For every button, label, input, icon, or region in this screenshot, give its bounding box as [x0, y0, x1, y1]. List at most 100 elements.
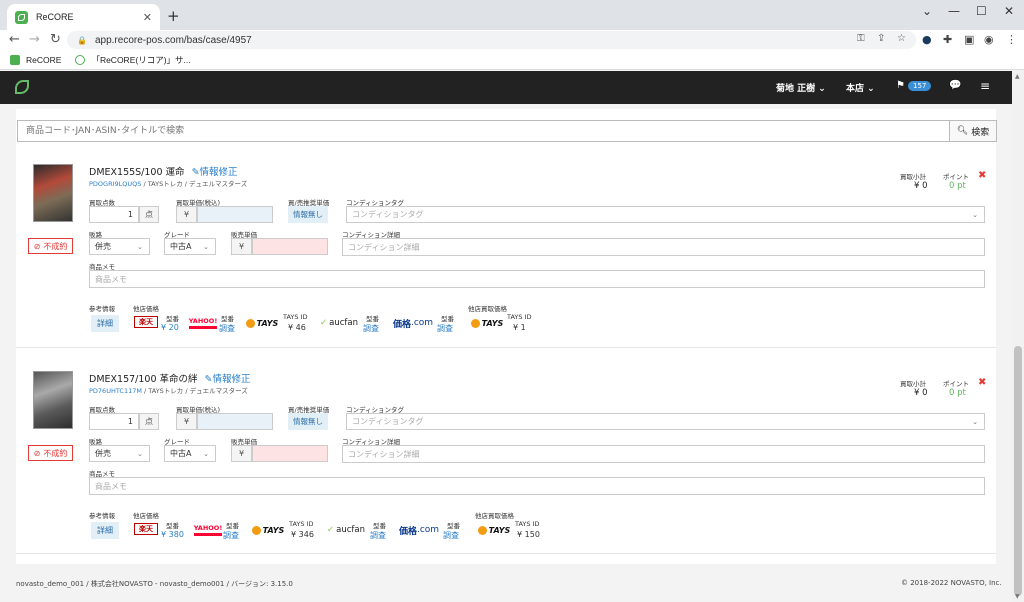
- buy-count-input[interactable]: 1: [89, 413, 139, 430]
- page-scrollbar[interactable]: ▲ ▼: [1012, 71, 1024, 602]
- yahoo-logo[interactable]: YAHOO!: [194, 522, 222, 536]
- condition-tag-select[interactable]: コンディションタグ ⌄: [346, 206, 985, 223]
- edit-info-link[interactable]: ✎情報修正: [192, 167, 238, 178]
- tab-close-icon[interactable]: ✕: [143, 11, 152, 24]
- aucfan-logo[interactable]: aucfan: [323, 524, 369, 536]
- tays-logo[interactable]: TAYS: [244, 317, 280, 329]
- back-icon[interactable]: ←: [9, 32, 20, 47]
- memo-textarea[interactable]: 商品メモ: [89, 477, 985, 495]
- tays-price: ¥ 346: [291, 530, 314, 539]
- sell-price-input[interactable]: [252, 238, 328, 255]
- yahoo-logo[interactable]: YAHOO!: [189, 315, 217, 329]
- star-icon[interactable]: ☆: [897, 33, 906, 44]
- tab-title: ReCORE: [36, 12, 74, 22]
- condition-detail-textarea[interactable]: コンディション詳細: [342, 238, 985, 256]
- aucfan-logo[interactable]: aucfan: [316, 317, 362, 329]
- grade-select[interactable]: 中古A ⌄: [164, 238, 216, 255]
- bookmark-recore-site[interactable]: 「ReCORE(リコア)」サ...: [75, 54, 191, 66]
- buy-count-input[interactable]: 1: [89, 206, 139, 223]
- status-button[interactable]: ⊘ 不成約: [28, 238, 73, 254]
- close-window-icon[interactable]: ✕: [1004, 4, 1014, 18]
- yahoo-survey-link[interactable]: 調査: [223, 530, 239, 541]
- rakuten-price[interactable]: ¥ 380: [161, 530, 184, 539]
- kakaku-survey-link[interactable]: 調査: [443, 530, 459, 541]
- chevron-down-icon[interactable]: ⌄: [922, 4, 932, 18]
- other-price-label: 他店価格: [133, 305, 159, 313]
- aucfan-survey-link[interactable]: 調査: [370, 530, 386, 541]
- flag-icon[interactable]: ⚑: [896, 80, 905, 91]
- detail-button[interactable]: 詳細: [91, 522, 119, 539]
- sidepanel-icon[interactable]: ▣: [964, 33, 974, 46]
- minimize-icon[interactable]: —: [948, 4, 960, 18]
- yahoo-survey-link[interactable]: 調査: [219, 323, 235, 334]
- search-button[interactable]: 🔍︎ 検索: [949, 120, 997, 142]
- card-thumbnail[interactable]: [33, 371, 73, 429]
- new-tab-icon[interactable]: +: [167, 7, 180, 25]
- search-input[interactable]: [17, 120, 949, 142]
- extension-check-icon[interactable]: ●: [922, 33, 932, 46]
- kataban-label: 型番: [226, 522, 239, 530]
- buy-price-input[interactable]: [197, 413, 273, 430]
- grade-select[interactable]: 中古A ⌄: [164, 445, 216, 462]
- product-code-link[interactable]: PD76UHTC117M: [89, 387, 142, 395]
- user-menu[interactable]: 菊地 正樹 ⌄: [776, 81, 826, 94]
- store-menu[interactable]: 本店 ⌄: [846, 81, 875, 94]
- unit-addon: 点: [139, 206, 159, 223]
- rakuten-logo[interactable]: 楽天: [134, 316, 158, 328]
- share-icon[interactable]: ⇪: [877, 33, 885, 44]
- aucfan-survey-link[interactable]: 調査: [363, 323, 379, 334]
- chevron-down-icon: ⌄: [972, 417, 978, 426]
- tays-logo[interactable]: TAYS: [476, 524, 512, 536]
- forward-icon[interactable]: →: [29, 32, 40, 47]
- recore-logo-icon[interactable]: [15, 80, 29, 94]
- route-select[interactable]: 併売 ⌄: [89, 238, 150, 255]
- product-code-link[interactable]: PDOGRI9LQUQS: [89, 180, 141, 188]
- tays-id-label: TAYS ID: [283, 313, 308, 321]
- edit-info-link[interactable]: ✎情報修正: [205, 374, 251, 385]
- ref-label: 参考情報: [89, 512, 115, 520]
- key-icon[interactable]: ⚿: [857, 33, 865, 44]
- profile-icon[interactable]: ◉: [984, 33, 994, 46]
- item-meta: PD76UHTC117M / TAYSトレカ / デュエルマスターズ: [89, 387, 248, 395]
- condition-detail-textarea[interactable]: コンディション詳細: [342, 445, 985, 463]
- main-content: 🔍︎ 検索 ⊘不成約 DMEX155S/100 運命 ✎情報修正 PDOGRI9…: [0, 104, 1012, 566]
- rakuten-logo[interactable]: 楽天: [134, 523, 158, 535]
- chat-icon[interactable]: 💬: [949, 80, 961, 91]
- rakuten-price[interactable]: ¥ 20: [161, 323, 179, 332]
- points-label: ポイント: [943, 173, 969, 181]
- buy-price-input[interactable]: [197, 206, 273, 223]
- puzzle-icon[interactable]: ✚: [943, 33, 952, 46]
- kakaku-logo[interactable]: 価格 .com: [391, 317, 435, 330]
- delete-icon[interactable]: ✖: [978, 170, 986, 181]
- kakaku-survey-link[interactable]: 調査: [437, 323, 453, 334]
- case-panel: 🔍︎ 検索 ⊘不成約 DMEX155S/100 運命 ✎情報修正 PDOGRI9…: [16, 109, 997, 564]
- route-select[interactable]: 併売 ⌄: [89, 445, 150, 462]
- scroll-down-icon[interactable]: ▼: [1015, 593, 1020, 600]
- recore-favicon-icon: [10, 54, 20, 65]
- app-navbar: 菊地 正樹 ⌄ 本店 ⌄ ⚑ 157 💬 ≡: [0, 71, 1012, 104]
- sell-price-input[interactable]: [252, 445, 328, 462]
- memo-textarea[interactable]: 商品メモ: [89, 270, 985, 288]
- item-divider: [16, 553, 996, 554]
- chrome-menu-icon[interactable]: ⋮: [1006, 33, 1017, 46]
- maximize-icon[interactable]: ☐: [976, 4, 987, 18]
- points-value: 0 pt: [949, 388, 966, 398]
- condition-tag-select[interactable]: コンディションタグ ⌄: [346, 413, 985, 430]
- yen-addon: ¥: [176, 413, 197, 430]
- detail-button[interactable]: 詳細: [91, 315, 119, 332]
- tays-logo[interactable]: TAYS: [469, 317, 505, 329]
- scroll-up-icon[interactable]: ▲: [1015, 73, 1020, 80]
- scroll-thumb[interactable]: [1014, 346, 1022, 596]
- url-input[interactable]: 🔒 app.recore-pos.com/bas/case/4957 ⚿ ⇪ ☆: [67, 31, 916, 49]
- bookmark-label: ReCORE: [26, 54, 62, 65]
- hamburger-menu-icon[interactable]: ≡: [980, 79, 990, 93]
- footer-copyright: © 2018-2022 NOVASTO, Inc.: [901, 579, 1002, 587]
- browser-tab[interactable]: ReCORE ✕: [7, 4, 160, 30]
- delete-icon[interactable]: ✖: [978, 377, 986, 388]
- kakaku-logo[interactable]: 価格 .com: [397, 524, 441, 537]
- bookmark-recore[interactable]: ReCORE: [10, 54, 62, 65]
- reload-icon[interactable]: ↻: [50, 32, 61, 47]
- card-thumbnail[interactable]: [33, 164, 73, 222]
- status-button[interactable]: ⊘ 不成約: [28, 445, 73, 461]
- tays-logo[interactable]: TAYS: [250, 524, 286, 536]
